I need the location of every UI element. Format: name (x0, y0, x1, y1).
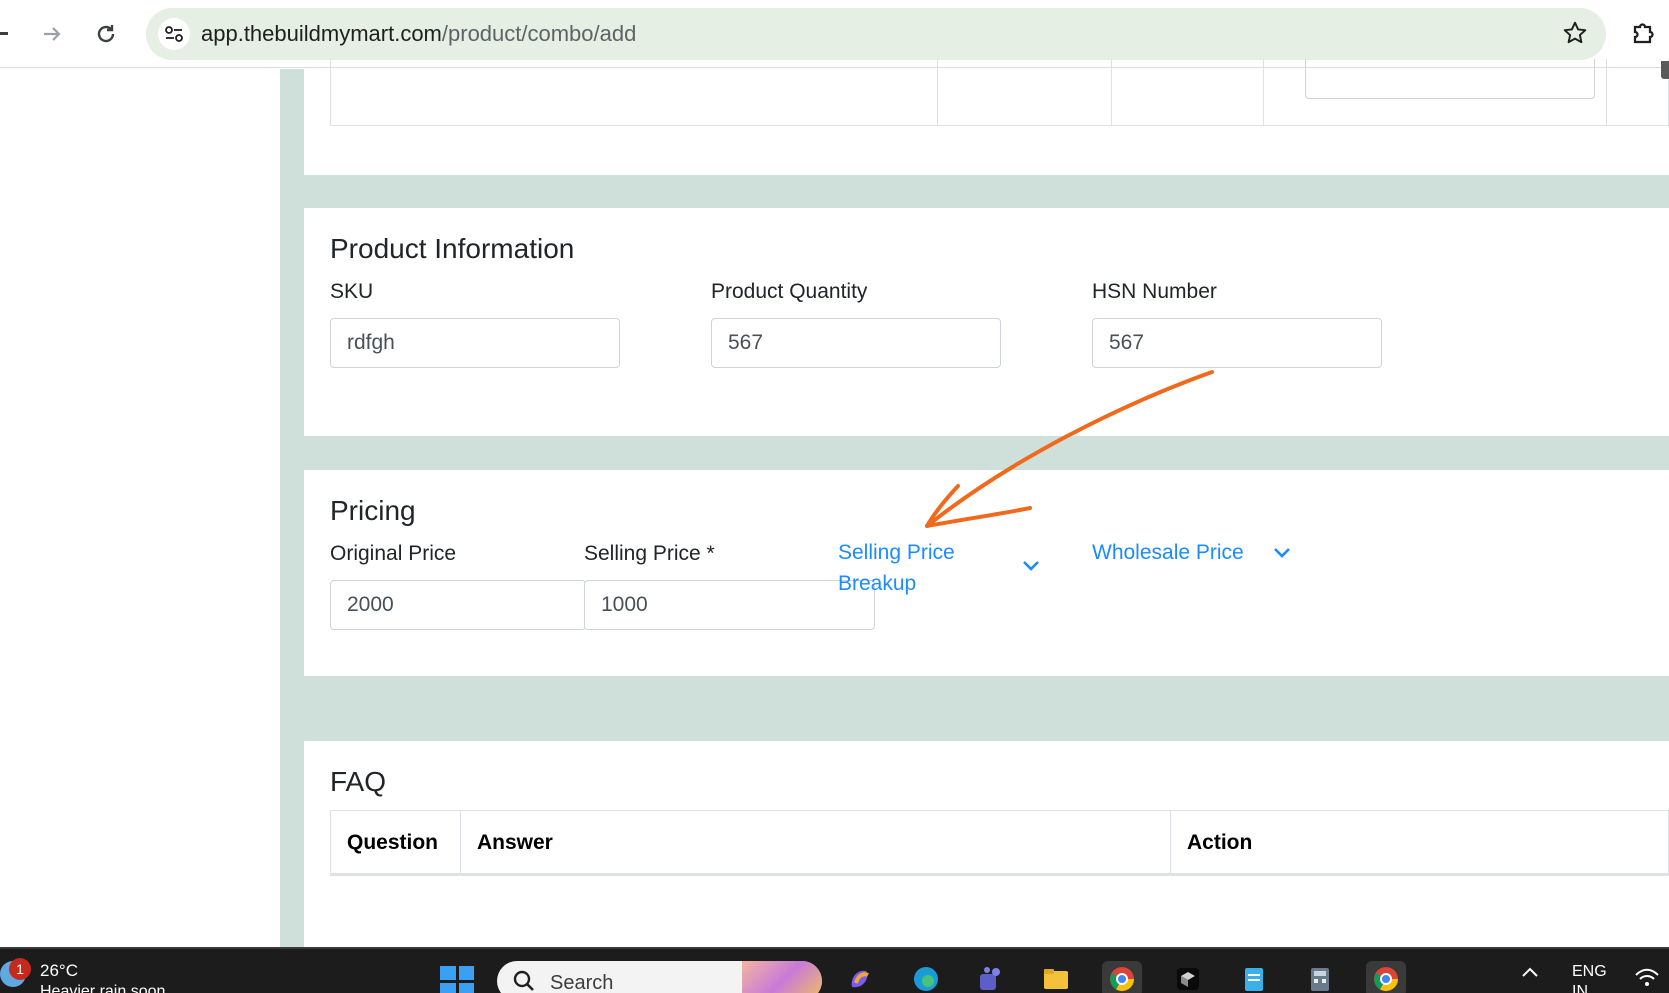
faq-column-question: Question (347, 831, 439, 854)
wifi-icon[interactable] (1634, 967, 1660, 989)
section-title: Pricing (330, 495, 416, 526)
search-highlight-image (742, 961, 822, 993)
back-arrow-icon[interactable] (0, 14, 18, 54)
language-code: ENG (1572, 963, 1607, 980)
forward-arrow-icon[interactable] (32, 14, 72, 54)
product-information-card: Product Information SKU rdfgh Product Qu… (304, 208, 1669, 436)
weather-badge: 1 (9, 958, 31, 980)
show-hidden-icons-chevron-icon[interactable] (1520, 965, 1540, 979)
faq-card: FAQ Question Answer Action (304, 741, 1669, 947)
combo-products-table (330, 59, 1669, 126)
reload-icon[interactable] (86, 14, 126, 54)
combo-products-card (304, 59, 1669, 175)
selling-price-breakup-toggle[interactable]: Selling Price Breakup (838, 537, 988, 599)
faq-table: Question Answer Action (330, 810, 1669, 876)
faq-column-answer: Answer (477, 831, 553, 854)
delete-trash-icon[interactable] (1661, 61, 1669, 79)
chevron-down-icon[interactable] (1273, 547, 1291, 559)
url-text: app.thebuildmymart.com/product/combo/add (201, 21, 636, 47)
faq-column-action: Action (1187, 831, 1253, 854)
original-price-input[interactable]: 2000 (330, 580, 586, 630)
wholesale-price-toggle[interactable]: Wholesale Price (1092, 537, 1244, 568)
windows-taskbar: 1 26°C Heavier rain soon Search ENG IN (0, 947, 1669, 993)
language-indicator[interactable]: ENG IN (1572, 962, 1607, 993)
hsn-number-label: HSN Number (1092, 280, 1217, 303)
file-explorer-icon[interactable] (1036, 961, 1076, 993)
chrome-icon[interactable] (1102, 961, 1142, 993)
weather-temperature[interactable]: 26°C (40, 961, 78, 981)
taskbar-search[interactable]: Search (497, 961, 822, 993)
copilot-icon[interactable] (840, 961, 880, 993)
sidebar (0, 69, 280, 947)
app-cube-icon[interactable] (1168, 961, 1208, 993)
table-divider (1111, 59, 1112, 125)
weather-description[interactable]: Heavier rain soon (40, 983, 165, 993)
selling-price-input[interactable]: 1000 (584, 580, 875, 630)
selling-price-label: Selling Price * (584, 542, 715, 565)
bookmark-star-icon[interactable] (1562, 20, 1588, 51)
chrome-icon-second-window[interactable] (1366, 961, 1406, 993)
chevron-down-icon[interactable] (1022, 560, 1040, 572)
product-quantity-input[interactable]: 567 (711, 318, 1001, 368)
search-icon (513, 970, 534, 991)
url-path: /product/combo/add (441, 21, 637, 46)
teams-icon[interactable] (970, 961, 1010, 993)
calculator-icon[interactable] (1300, 961, 1340, 993)
search-placeholder: Search (550, 972, 614, 993)
pricing-card: Pricing Original Price 2000 Selling Pric… (304, 470, 1669, 676)
language-region: IN (1572, 983, 1588, 993)
site-info-icon[interactable] (158, 18, 190, 50)
edge-browser-icon[interactable] (906, 961, 946, 993)
browser-toolbar: app.thebuildmymart.com/product/combo/add (0, 0, 1669, 68)
url-host: app.thebuildmymart.com (201, 21, 442, 46)
sku-input[interactable]: rdfgh (330, 318, 620, 368)
section-title: FAQ (330, 766, 387, 797)
windows-start-icon[interactable] (440, 966, 474, 993)
row-quantity-input[interactable] (1305, 59, 1595, 99)
table-divider (1263, 59, 1264, 125)
section-title: Product Information (330, 233, 575, 264)
extensions-puzzle-icon[interactable] (1630, 17, 1660, 52)
table-divider (1606, 59, 1607, 125)
product-quantity-label: Product Quantity (711, 280, 868, 303)
notepad-icon[interactable] (1234, 961, 1274, 993)
hsn-number-input[interactable]: 567 (1092, 318, 1382, 368)
table-divider (937, 59, 938, 125)
address-bar[interactable]: app.thebuildmymart.com/product/combo/add (146, 8, 1606, 60)
sku-label: SKU (330, 280, 374, 303)
original-price-label: Original Price (330, 542, 457, 565)
